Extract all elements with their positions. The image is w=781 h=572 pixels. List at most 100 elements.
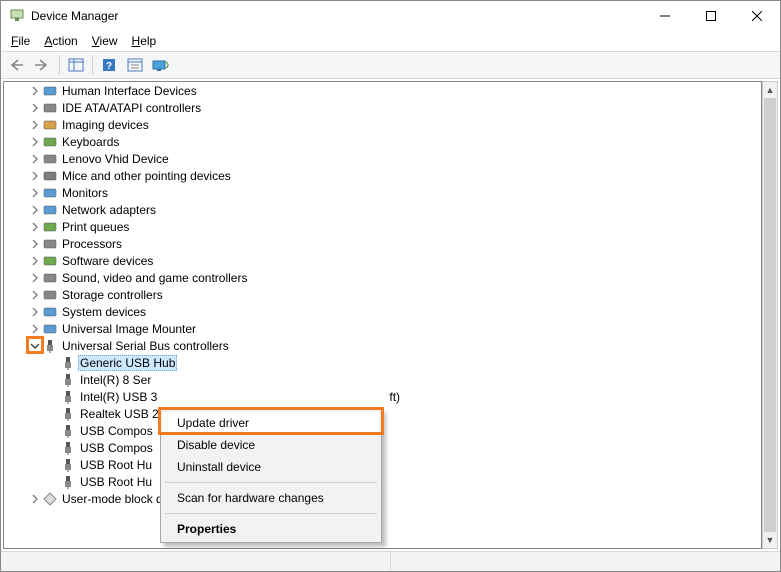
tree-item-label[interactable]: Monitors	[60, 186, 110, 200]
tree-item-label[interactable]: IDE ATA/ATAPI controllers	[60, 101, 203, 115]
expand-icon[interactable]	[28, 118, 42, 132]
tree-row-usb-child-4[interactable]: USB Compos	[4, 422, 761, 439]
device-tree[interactable]: Human Interface Devices IDE ATA/ATAPI con…	[3, 81, 762, 549]
menu-help[interactable]: Help	[126, 33, 163, 49]
tree-item-label[interactable]: Sound, video and game controllers	[60, 271, 249, 285]
tree-row-cat-3[interactable]: Keyboards	[4, 133, 761, 150]
expand-icon[interactable]	[28, 203, 42, 217]
menu-file[interactable]: File	[5, 33, 36, 49]
scroll-down-icon[interactable]: ▼	[763, 532, 777, 548]
device-icon	[42, 202, 58, 218]
tree-row-cat-10[interactable]: Software devices	[4, 252, 761, 269]
window-title: Device Manager	[31, 9, 118, 23]
tree-row-usb-child-5[interactable]: USB Compos	[4, 439, 761, 456]
cm-properties[interactable]: Properties	[163, 518, 379, 540]
tree-item-label[interactable]: Network adapters	[60, 203, 158, 217]
expand-icon[interactable]	[28, 288, 42, 302]
tree-row-user-mode-block[interactable]: User-mode block device	[4, 490, 761, 507]
tree-row-cat-13[interactable]: System devices	[4, 303, 761, 320]
tree-item-label[interactable]: Generic USB Hub	[78, 355, 177, 371]
tree-row-cat-4[interactable]: Lenovo Vhid Device	[4, 150, 761, 167]
tree-row-usb-child-2[interactable]: Intel(R) USB 3ft)	[4, 388, 761, 405]
close-button[interactable]	[734, 1, 780, 31]
tree-item-label[interactable]: Keyboards	[60, 135, 121, 149]
cm-disable-device[interactable]: Disable device	[163, 434, 379, 456]
tree-row-cat-1[interactable]: IDE ATA/ATAPI controllers	[4, 99, 761, 116]
show-hide-tree-button[interactable]	[64, 54, 88, 76]
tree-item-label[interactable]: Storage controllers	[60, 288, 165, 302]
expand-placeholder	[46, 407, 60, 421]
cm-uninstall-device[interactable]: Uninstall device	[163, 456, 379, 478]
cm-separator	[165, 482, 377, 483]
expand-icon[interactable]	[28, 135, 42, 149]
tree-item-label[interactable]: Imaging devices	[60, 118, 151, 132]
vertical-scrollbar[interactable]: ▲ ▼	[762, 81, 778, 549]
menu-view[interactable]: View	[86, 33, 124, 49]
tree-item-label[interactable]: Universal Serial Bus controllers	[60, 339, 231, 353]
scrollbar-thumb[interactable]	[764, 98, 776, 532]
expand-icon[interactable]	[28, 220, 42, 234]
tree-item-label[interactable]: Print queues	[60, 220, 131, 234]
tree-row-cat-6[interactable]: Monitors	[4, 184, 761, 201]
expand-icon[interactable]	[28, 237, 42, 251]
help-button[interactable]: ?	[97, 54, 121, 76]
device-icon	[42, 83, 58, 99]
tree-row-usb-child-6[interactable]: USB Root Hu	[4, 456, 761, 473]
tree-row-cat-7[interactable]: Network adapters	[4, 201, 761, 218]
tree-item-label[interactable]: Realtek USB 2	[78, 407, 161, 421]
forward-button[interactable]	[31, 54, 55, 76]
tree-row-cat-8[interactable]: Print queues	[4, 218, 761, 235]
tree-row-cat-12[interactable]: Storage controllers	[4, 286, 761, 303]
tree-row-usb-controllers[interactable]: Universal Serial Bus controllers	[4, 337, 761, 354]
tree-row-cat-0[interactable]: Human Interface Devices	[4, 82, 761, 99]
tree-row-usb-child-1[interactable]: Intel(R) 8 Ser	[4, 371, 761, 388]
expand-icon[interactable]	[28, 186, 42, 200]
tree-row-cat-14[interactable]: Universal Image Mounter	[4, 320, 761, 337]
tree-row-cat-2[interactable]: Imaging devices	[4, 116, 761, 133]
expand-icon[interactable]	[28, 152, 42, 166]
tree-row-cat-11[interactable]: Sound, video and game controllers	[4, 269, 761, 286]
expand-icon[interactable]	[28, 305, 42, 319]
maximize-button[interactable]	[688, 1, 734, 31]
tree-item-label[interactable]: USB Root Hu	[78, 475, 154, 489]
device-icon	[42, 219, 58, 235]
tree-row-cat-5[interactable]: Mice and other pointing devices	[4, 167, 761, 184]
expand-icon[interactable]	[28, 254, 42, 268]
tree-item-label[interactable]: Human Interface Devices	[60, 84, 199, 98]
tree-item-label[interactable]: Mice and other pointing devices	[60, 169, 233, 183]
cm-scan-hardware[interactable]: Scan for hardware changes	[163, 487, 379, 509]
expand-icon[interactable]	[28, 101, 42, 115]
tree-row-cat-9[interactable]: Processors	[4, 235, 761, 252]
tree-row-usb-child-7[interactable]: USB Root Hu	[4, 473, 761, 490]
tree-item-label[interactable]: USB Root Hu	[78, 458, 154, 472]
expand-icon[interactable]	[28, 322, 42, 336]
tree-item-label[interactable]: Intel(R) USB 3	[78, 390, 159, 404]
scan-hardware-button[interactable]	[149, 54, 173, 76]
expand-icon[interactable]	[28, 271, 42, 285]
tree-item-label[interactable]: Intel(R) 8 Ser	[78, 373, 153, 387]
svg-text:?: ?	[106, 61, 112, 72]
tree-item-label[interactable]: Lenovo Vhid Device	[60, 152, 171, 166]
expand-icon[interactable]	[28, 492, 42, 506]
properties-button[interactable]	[123, 54, 147, 76]
minimize-button[interactable]	[642, 1, 688, 31]
tree-item-label[interactable]: USB Compos	[78, 441, 155, 455]
expand-icon[interactable]	[28, 84, 42, 98]
tree-item-label[interactable]: System devices	[60, 305, 148, 319]
tree-item-label[interactable]: Software devices	[60, 254, 155, 268]
menubar: File Action View Help	[1, 31, 780, 51]
tree-row-usb-child-3[interactable]: Realtek USB 2	[4, 405, 761, 422]
cm-update-driver[interactable]: Update driver	[163, 412, 379, 434]
app-icon	[9, 8, 25, 24]
back-button[interactable]	[5, 54, 29, 76]
device-icon	[42, 338, 58, 354]
collapse-icon[interactable]	[28, 339, 42, 353]
tree-item-label[interactable]: USB Compos	[78, 424, 155, 438]
expand-icon[interactable]	[28, 169, 42, 183]
tree-item-label[interactable]: Universal Image Mounter	[60, 322, 198, 336]
tree-item-label[interactable]: Processors	[60, 237, 124, 251]
menu-action[interactable]: Action	[38, 33, 83, 49]
tree-row-usb-child-0[interactable]: Generic USB Hub	[4, 354, 761, 371]
scroll-up-icon[interactable]: ▲	[763, 82, 777, 98]
device-icon	[42, 185, 58, 201]
